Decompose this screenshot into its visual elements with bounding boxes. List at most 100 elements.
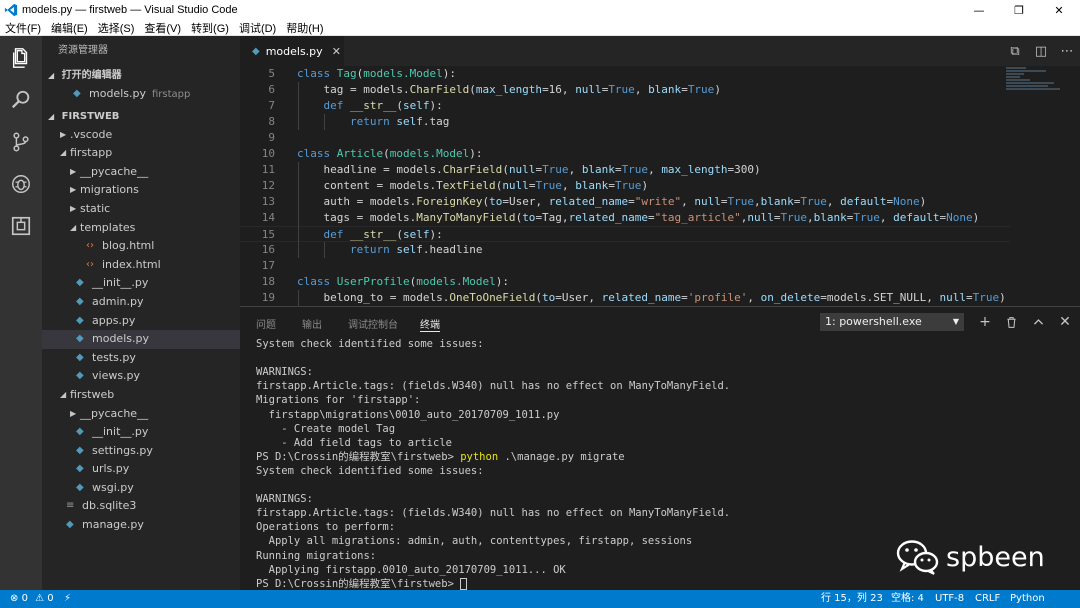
code-line: 10 class Article(models.Model): [240, 146, 1010, 162]
tree-item[interactable]: ◆ tests.py [42, 349, 240, 368]
menu-item[interactable]: 转到(G) [186, 20, 234, 36]
panel-tab[interactable]: 调试控制台 [348, 316, 398, 332]
code-token: None [893, 195, 920, 208]
editor-tabs-bar: ◆ models.py ✕ ⧉ ◫ ⋯ [240, 36, 1080, 66]
close-button[interactable]: ✕ [1036, 0, 1080, 20]
menu-item[interactable]: 调试(D) [234, 20, 281, 36]
python-file-icon: ◆ [76, 463, 84, 475]
line-number: 5 [268, 67, 275, 80]
tree-item[interactable]: ◆ apps.py [42, 312, 240, 331]
html-file-icon: ‹› [86, 240, 94, 252]
tree-item-label: firstapp [70, 146, 113, 160]
code-token: .headline [422, 243, 483, 256]
cursor-position[interactable]: 行 15，列 23 [821, 590, 883, 608]
code-token: = [720, 195, 728, 208]
language-mode[interactable]: Python [1010, 590, 1045, 608]
line-number: 9 [268, 131, 275, 144]
code-line: 5 class Tag(models.Model): [240, 66, 1010, 82]
indent-guide [324, 242, 325, 258]
tree-item-label: static [80, 201, 111, 215]
problems-indicator[interactable]: ⊗ 0 ⚠ 0 [10, 590, 54, 608]
tree-item[interactable]: ▶ migrations [42, 181, 240, 200]
menu-item[interactable]: 编辑(E) [46, 20, 93, 36]
tree-item[interactable]: ‹› blog.html [42, 237, 240, 256]
panel-tab[interactable]: 终端 [420, 316, 440, 332]
indent-guide [298, 290, 299, 306]
line-ending[interactable]: CRLF [975, 590, 1000, 608]
code-token: blank [648, 83, 682, 96]
tree-item[interactable]: ▶ .vscode [42, 126, 240, 145]
extensions-icon[interactable] [9, 214, 33, 238]
more-actions-icon[interactable]: ⋯ [1054, 44, 1080, 59]
indentation[interactable]: 空格: 4 [891, 590, 924, 608]
vscode-logo-icon [4, 3, 18, 17]
tree-item[interactable]: ◆ urls.py [42, 460, 240, 479]
code-token: self [396, 243, 423, 256]
tree-item[interactable]: ◆ __init__.py [42, 274, 240, 293]
kill-terminal-icon[interactable] [1002, 313, 1020, 331]
menu-item[interactable]: 文件(F) [0, 20, 46, 36]
line-number: 13 [261, 195, 275, 208]
tree-item[interactable]: ◆ views.py [42, 367, 240, 386]
code-line: 7 def __str__(self): [240, 98, 1010, 114]
tree-item[interactable]: ▶ __pycache__ [42, 163, 240, 182]
code-token: ( [396, 228, 403, 241]
code-editor[interactable]: 5 class Tag(models.Model): 6 tag = models.… [240, 66, 1080, 306]
code-token: class [297, 67, 337, 80]
tree-item[interactable]: ◢ firstweb [42, 386, 240, 405]
tree-item[interactable]: ◆ models.py [42, 330, 240, 349]
tree-item[interactable]: ◆ settings.py [42, 442, 240, 461]
open-editor-item[interactable]: ◆ models.py firstapp [42, 85, 240, 104]
explorer-icon[interactable] [9, 46, 33, 70]
open-editors-header[interactable]: ◢ 打开的编辑器 [42, 66, 240, 85]
terminal-line: Applying firstapp.0010_auto_20170709_101… [256, 563, 566, 576]
tree-item[interactable]: ≡ db.sqlite3 [42, 497, 240, 516]
code-text: def __str__(self): [297, 98, 443, 114]
tree-item-label: views.py [92, 369, 141, 383]
debug-icon[interactable] [9, 172, 33, 196]
search-icon[interactable] [9, 88, 33, 112]
project-header[interactable]: ◢ FIRSTWEB [42, 107, 240, 126]
new-terminal-icon[interactable]: + [976, 313, 994, 331]
minimap[interactable] [1006, 66, 1064, 98]
menu-item[interactable]: 选择(S) [93, 20, 140, 36]
code-token: headline = models. [297, 163, 443, 176]
tree-item[interactable]: ◆ __init__.py [42, 423, 240, 442]
tab-close-icon[interactable]: ✕ [332, 45, 341, 58]
code-token: = [608, 179, 615, 192]
tree-item[interactable]: ▶ __pycache__ [42, 405, 240, 424]
terminal-line: Running migrations: [256, 549, 377, 562]
tree-item[interactable]: ‹› index.html [42, 256, 240, 275]
tree-item[interactable]: ▶ static [42, 200, 240, 219]
panel-tab[interactable]: 输出 [302, 316, 322, 332]
menu-item[interactable]: 查看(V) [139, 20, 186, 36]
source-control-icon[interactable] [9, 130, 33, 154]
maximize-panel-icon[interactable] [1029, 313, 1047, 331]
tree-item[interactable]: ◆ manage.py [42, 516, 240, 535]
code-token: 'profile' [687, 291, 748, 304]
collapsed-chevron-icon: ▶ [70, 203, 77, 213]
close-panel-icon[interactable]: ✕ [1056, 313, 1074, 331]
code-token: max_length [661, 163, 728, 176]
python-file-icon: ◆ [76, 444, 84, 456]
tree-item[interactable]: ◆ admin.py [42, 293, 240, 312]
warning-icon: ⚠ [35, 593, 45, 604]
tree-item-label: index.html [102, 257, 161, 271]
code-line: 8 return self.tag [240, 114, 1010, 130]
tree-item-label: blog.html [102, 239, 155, 253]
code-line: 18 class UserProfile(models.Model): [240, 274, 1010, 290]
line-number: 7 [268, 99, 275, 112]
lightning-icon[interactable]: ⚡ [64, 590, 71, 608]
panel-tab[interactable]: 问题 [256, 316, 276, 332]
open-changes-icon[interactable]: ⧉ [1002, 44, 1028, 59]
python-file-icon: ◆ [66, 519, 74, 531]
code-token: to [522, 211, 536, 224]
encoding[interactable]: UTF-8 [935, 590, 964, 608]
tree-item[interactable]: ◢ templates [42, 219, 240, 238]
tree-item[interactable]: ◆ wsgi.py [42, 479, 240, 498]
terminal-select[interactable]: 1: powershell.exe ▼ [820, 313, 964, 331]
tree-item[interactable]: ◢ firstapp [42, 144, 240, 163]
menu-item[interactable]: 帮助(H) [281, 20, 328, 36]
tab-models-py[interactable]: ◆ models.py ✕ [240, 36, 344, 66]
split-editor-icon[interactable]: ◫ [1028, 44, 1054, 59]
